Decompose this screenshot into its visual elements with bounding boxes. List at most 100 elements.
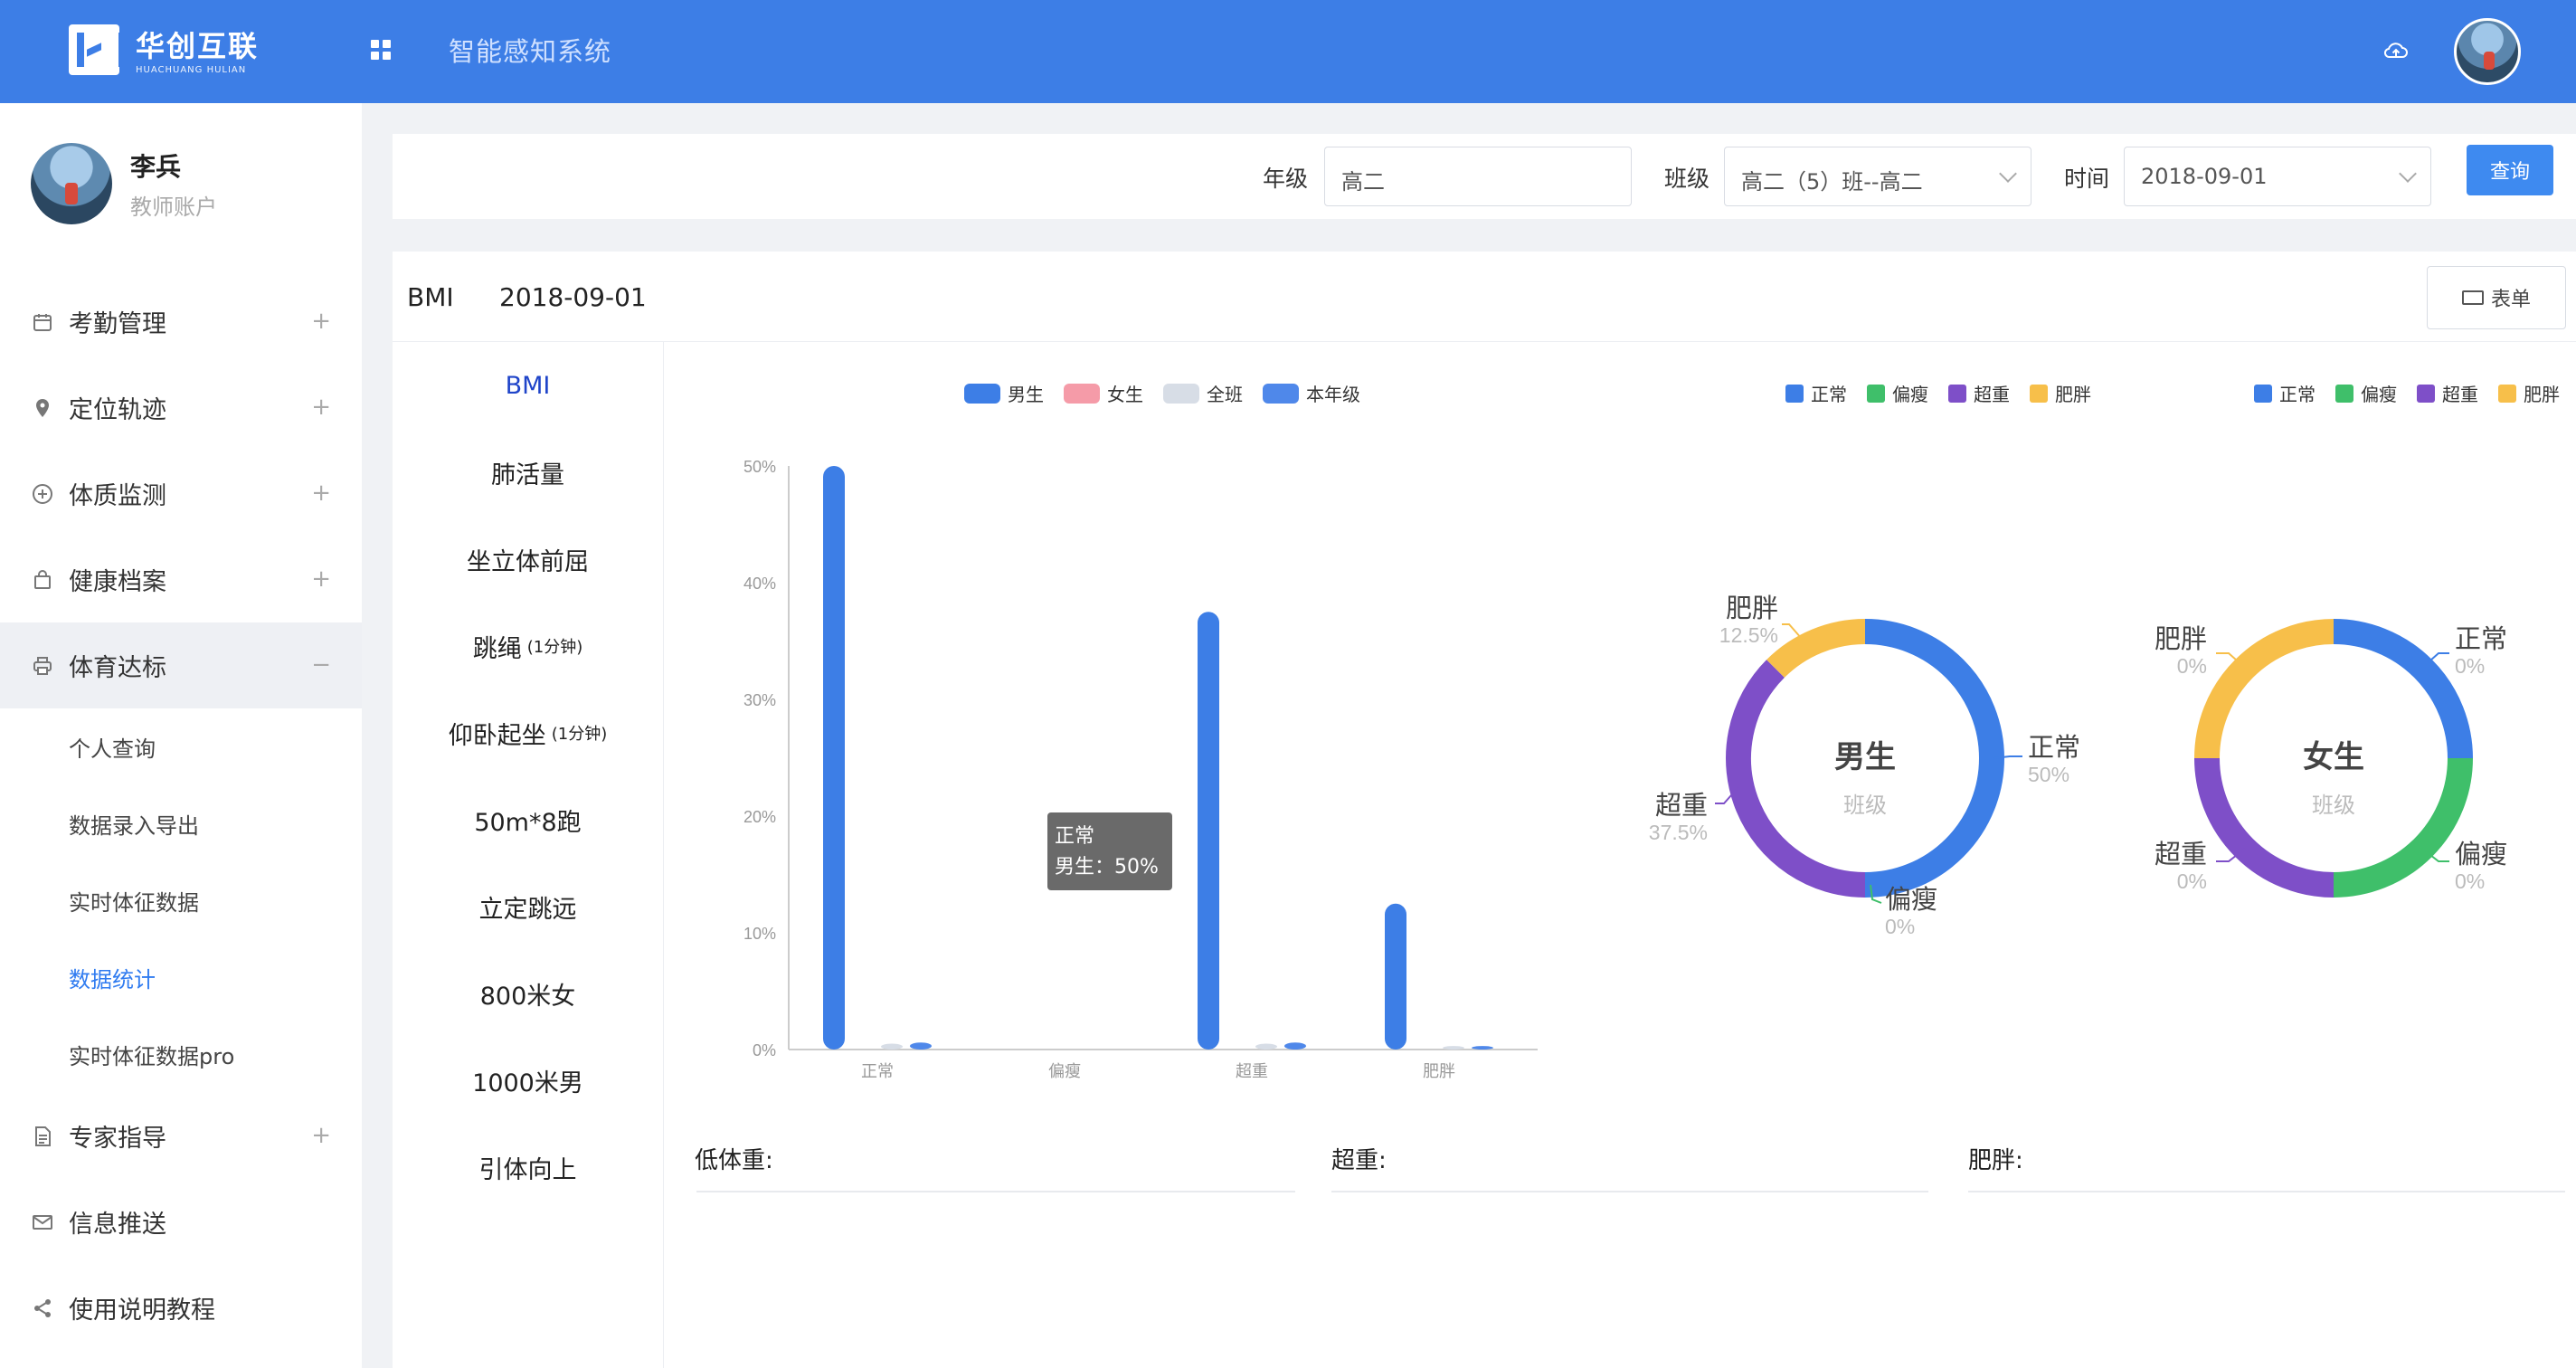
sidebar-item-health-records[interactable]: 健康档案 + [0,537,362,622]
query-button[interactable]: 查询 [2467,145,2553,195]
legend-swatch [1263,383,1299,404]
expand-icon[interactable]: + [311,480,331,507]
metric-item-rope-skipping[interactable]: 跳绳 (1分钟) [393,603,663,689]
female-pie-legend: 正常 偏瘦 超重 肥胖 [2254,380,2560,406]
user-profile: 李兵 教师账户 [31,143,217,224]
legend-label: 正常 [1811,384,1847,405]
legend-item-grade[interactable]: 本年级 [1263,380,1360,406]
metric-item-shuttle-run[interactable]: 50m*8跑 [393,776,663,863]
sidebar-item-sports-standard[interactable]: 体育达标 − [0,622,362,708]
submenu-item-realtime-vitals-pro[interactable]: 实时体征数据pro [0,1016,362,1093]
legend-item-normal[interactable]: 正常 [1785,380,1847,406]
sidebar-item-tutorial[interactable]: 使用说明教程 [0,1265,362,1351]
legend-label: 肥胖 [2524,384,2560,405]
legend-item-whole-class[interactable]: 全班 [1163,380,1243,406]
panel-metric-name: BMI [407,282,454,312]
submenu-item-data-statistics[interactable]: 数据统计 [0,939,362,1016]
metric-item-800m-female[interactable]: 800米女 [393,950,663,1037]
legend-swatch [1785,384,1804,403]
user-role: 教师账户 [130,194,217,220]
submenu-item-data-entry-export[interactable]: 数据录入导出 [0,785,362,862]
metric-item-sit-ups[interactable]: 仰卧起坐 (1分钟) [393,689,663,776]
legend-item-thin[interactable]: 偏瘦 [1867,380,1928,406]
legend-swatch [2498,384,2516,403]
metric-unit: (1分钟) [551,725,608,744]
metric-item-lung-capacity[interactable]: 肺活量 [393,429,663,516]
expand-icon[interactable]: + [311,565,331,593]
legend-item-normal[interactable]: 正常 [2254,380,2316,406]
submenu-item-personal-query[interactable]: 个人查询 [0,708,362,785]
sidebar-item-label: 考勤管理 [69,310,166,338]
date-select[interactable]: 2018-09-01 [2124,147,2431,206]
brand-logo[interactable]: 华创互联 HUACHUANG HULIAN [69,24,259,75]
sidebar: 李兵 教师账户 考勤管理 + 定位轨迹 + 体质监测 + 健康档案 + 体育达标… [0,103,362,1368]
legend-label: 超重 [2442,384,2478,405]
sidebar-item-physique[interactable]: 体质监测 + [0,451,362,537]
legend-label: 超重 [1974,384,2010,405]
logo-icon [69,24,126,75]
cloud-upload-icon[interactable] [2383,40,2409,62]
sidebar-item-expert-guidance[interactable]: 专家指导 + [0,1093,362,1179]
legend-label: 全班 [1207,384,1243,405]
overweight-label: 超重: [1331,1147,1387,1174]
document-icon [31,1125,54,1148]
metric-item-sit-and-reach[interactable]: 坐立体前屈 [393,516,663,603]
top-navbar: 华创互联 HUACHUANG HULIAN 智能感知系统 [0,0,2576,103]
legend-swatch [1867,384,1885,403]
class-select[interactable]: 高二（5）班--高二 [1724,147,2031,206]
divider [1968,1191,2565,1192]
apps-grid-icon[interactable] [371,40,391,60]
bag-icon [31,568,54,592]
metric-label: 坐立体前屈 [467,547,589,576]
legend-swatch [1163,383,1199,404]
legend-item-overweight[interactable]: 超重 [2417,380,2478,406]
brand-name: 华创互联 [136,29,260,63]
legend-item-obese[interactable]: 肥胖 [2030,380,2091,406]
calendar-icon [31,310,54,334]
metric-label: BMI [505,371,551,400]
expand-icon[interactable]: + [311,394,331,421]
legend-label: 偏瘦 [1892,384,1928,405]
metric-label: 50m*8跑 [474,808,582,837]
legend-item-female[interactable]: 女生 [1064,380,1143,406]
printer-icon [31,654,54,678]
underweight-label: 低体重: [695,1147,773,1174]
grade-label: 年级 [1263,166,1309,192]
legend-item-obese[interactable]: 肥胖 [2498,380,2560,406]
metric-label: 1000米男 [472,1069,583,1097]
legend-label: 本年级 [1306,384,1360,405]
date-select-value: 2018-09-01 [2141,164,2268,189]
expand-icon[interactable]: + [311,308,331,335]
panel-header: BMI 2018-09-01 表单 [393,252,2576,342]
metric-item-pull-ups[interactable]: 引体向上 [393,1124,663,1211]
metric-label: 引体向上 [478,1155,577,1184]
legend-item-thin[interactable]: 偏瘦 [2335,380,2397,406]
plus-circle-icon [31,482,54,506]
metric-label: 跳绳 [472,634,522,663]
metric-item-standing-jump[interactable]: 立定跳远 [393,863,663,950]
form-button[interactable]: 表单 [2427,266,2566,329]
expand-icon[interactable]: + [311,1122,331,1149]
user-avatar-button[interactable] [2454,18,2521,85]
sidebar-item-location[interactable]: 定位轨迹 + [0,365,362,451]
class-select-value: 高二（5）班--高二 [1741,169,1923,195]
share-icon [31,1297,54,1320]
legend-swatch [2030,384,2048,403]
submenu-item-realtime-vitals[interactable]: 实时体征数据 [0,862,362,939]
sidebar-item-message-push[interactable]: 信息推送 [0,1179,362,1265]
metric-item-bmi[interactable]: BMI [393,342,663,429]
collapse-icon[interactable]: − [311,651,331,679]
bar-chart-legend: 男生 女生 全班 本年级 [964,380,1360,406]
metric-label: 仰卧起坐 [448,721,546,750]
metric-item-1000m-male[interactable]: 1000米男 [393,1037,663,1124]
location-pin-icon [31,396,54,420]
brand-subtitle: HUACHUANG HULIAN [136,65,247,75]
chevron-down-icon [1999,165,2017,183]
grade-input[interactable]: 高二 [1324,147,1632,206]
legend-item-male[interactable]: 男生 [964,380,1044,406]
sidebar-menu: 考勤管理 + 定位轨迹 + 体质监测 + 健康档案 + 体育达标 − 个人查询 … [0,279,362,1351]
sidebar-item-attendance[interactable]: 考勤管理 + [0,279,362,365]
metric-unit: (1分钟) [526,638,583,657]
legend-item-overweight[interactable]: 超重 [1948,380,2010,406]
tooltip-value: 男生：50% [1055,856,1159,879]
